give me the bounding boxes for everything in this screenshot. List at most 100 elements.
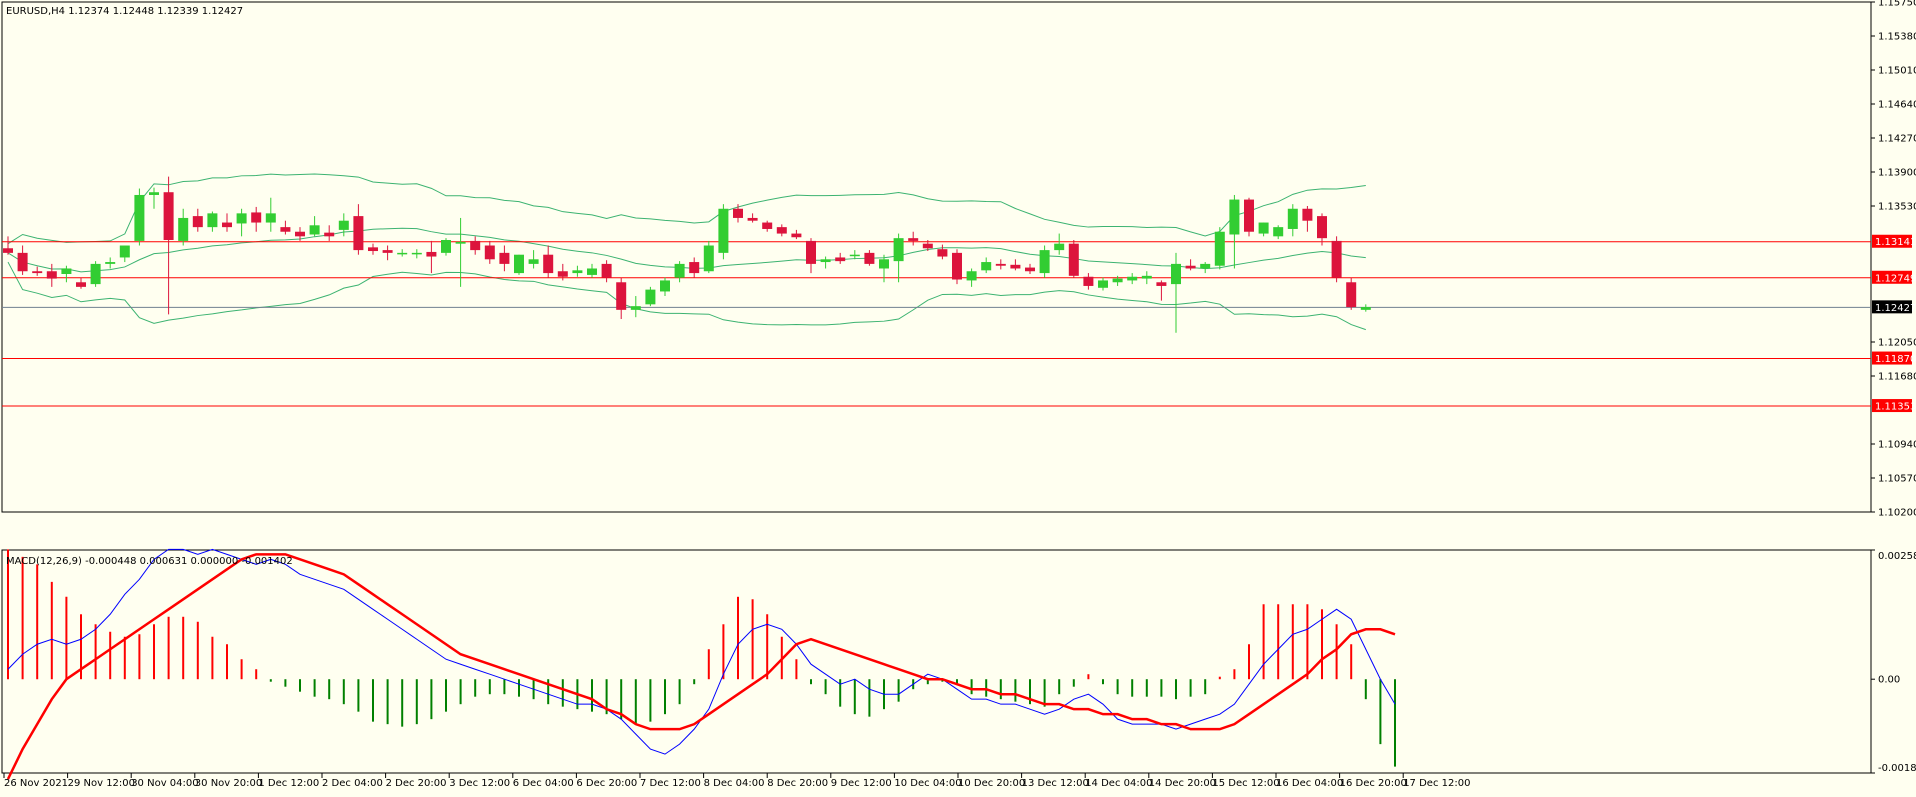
candle-body — [1127, 276, 1138, 281]
candle-body — [835, 257, 846, 262]
bull-candle — [134, 188, 145, 246]
candle-body — [937, 249, 948, 257]
candle-body — [1054, 243, 1065, 251]
bull-candle — [645, 286, 656, 307]
candle-body — [1098, 280, 1108, 288]
price-tick-label: 1.14640 — [1878, 100, 1916, 111]
candle-body — [265, 213, 276, 223]
candle-body — [1214, 231, 1225, 266]
candle-body — [105, 262, 116, 264]
time-tick-label: 14 Dec 20:00 — [1149, 778, 1216, 789]
time-tick-label: 30 Nov 20:00 — [195, 778, 262, 789]
candle-body — [1360, 307, 1371, 310]
candle-body — [192, 216, 203, 228]
price-tick-label: 1.15750 — [1878, 0, 1916, 9]
time-tick-label: 3 Dec 12:00 — [449, 778, 510, 789]
candle-body — [1229, 199, 1240, 235]
time-tick-label: 8 Dec 20:00 — [767, 778, 828, 789]
candle-body — [251, 212, 262, 223]
macd-tick-label: 0.00 — [1878, 675, 1900, 686]
candle-body — [645, 289, 656, 305]
candle-body — [543, 254, 554, 274]
candle-body — [222, 222, 232, 228]
mt4-chart-window[interactable]: 1.13141 1.12749 1.11870 1.11353 1.12427 1.15… — [0, 0, 1916, 793]
candle-body — [280, 227, 291, 232]
bull-candle — [1039, 245, 1050, 278]
candle-body — [149, 192, 159, 195]
time-tick-label: 16 Dec 04:00 — [1276, 778, 1343, 789]
candle-body — [163, 192, 174, 240]
candle-body — [820, 259, 831, 263]
candle-body — [952, 252, 962, 280]
candle-body — [660, 280, 670, 292]
candle-body — [46, 271, 57, 279]
candle-body — [134, 194, 145, 241]
candle-body — [1273, 227, 1284, 237]
time-tick-label: 29 Nov 12:00 — [68, 778, 135, 789]
candle-body — [908, 238, 919, 241]
candle-body — [1185, 265, 1196, 269]
time-tick-label: 2 Dec 04:00 — [322, 778, 383, 789]
candle-body — [1112, 278, 1123, 283]
bear-candle — [1346, 277, 1357, 310]
candle-body — [879, 259, 889, 269]
candle-body — [849, 254, 860, 257]
chart-canvas[interactable]: 1.13141 1.12749 1.11870 1.11353 1.12427 1.15… — [0, 0, 1916, 793]
candle-body — [1039, 250, 1050, 274]
bear-candle — [1068, 240, 1079, 278]
candle-body — [922, 243, 933, 249]
candle-body — [864, 252, 875, 264]
macd-tick-label: 0.002587 — [1878, 551, 1916, 562]
candle-body — [178, 217, 189, 241]
symbol-info: EURUSD,H4 1.12374 1.12448 1.12339 1.1242… — [6, 6, 243, 17]
time-tick-label: 16 Dec 20:00 — [1340, 778, 1407, 789]
candle-body — [119, 245, 130, 258]
time-tick-label: 15 Dec 12:00 — [1212, 778, 1279, 789]
candle-body — [382, 250, 393, 253]
candle-body — [806, 240, 816, 264]
candle-body — [3, 248, 13, 253]
time-tick-label: 2 Dec 20:00 — [386, 778, 447, 789]
bull-candle — [514, 254, 524, 275]
candle-body — [1068, 243, 1079, 276]
candle-body — [368, 247, 378, 252]
candle-body — [1317, 216, 1327, 239]
candle-body — [762, 222, 773, 229]
candle-body — [61, 268, 72, 274]
time-tick-label: 26 Nov 2021 — [4, 778, 68, 789]
time-tick-label: 30 Nov 04:00 — [131, 778, 198, 789]
candle-body — [791, 233, 802, 238]
price-tick-label: 1.11680 — [1878, 372, 1916, 383]
price-tick-label: 1.13900 — [1878, 168, 1916, 179]
candle-body — [1171, 263, 1181, 285]
candle-body — [411, 252, 422, 255]
candle-body — [995, 263, 1006, 266]
candle-body — [1287, 208, 1298, 229]
time-tick-label: 13 Dec 12:00 — [1022, 778, 1089, 789]
candle-body — [1200, 263, 1211, 269]
candle-body — [718, 208, 729, 253]
candle-body — [1141, 275, 1152, 279]
candle-body — [630, 306, 641, 310]
candle-body — [207, 213, 218, 228]
price-tick-label: 1.15010 — [1878, 66, 1916, 77]
candle-body — [733, 208, 743, 218]
candle-body — [514, 254, 524, 274]
bull-candle — [718, 204, 729, 260]
candle-body — [557, 271, 568, 277]
price-tick-label: 1.13530 — [1878, 202, 1916, 213]
price-tick-label: 1.10570 — [1878, 474, 1916, 485]
candle-body — [1010, 264, 1021, 269]
candle-body — [893, 238, 904, 262]
candle-body — [32, 271, 43, 274]
bull-candle — [703, 240, 714, 274]
time-tick-label: 7 Dec 12:00 — [640, 778, 701, 789]
macd-title: MACD(12,26,9) -0.000448 0.000631 0.00000… — [6, 556, 293, 567]
candle-body — [1302, 208, 1313, 221]
level-price-label: 1.13141 — [1875, 237, 1916, 248]
candle-body — [1156, 282, 1167, 286]
candle-body — [1025, 267, 1035, 272]
candle-body — [353, 216, 364, 251]
candle-body — [455, 241, 466, 244]
candle-body — [587, 268, 597, 275]
